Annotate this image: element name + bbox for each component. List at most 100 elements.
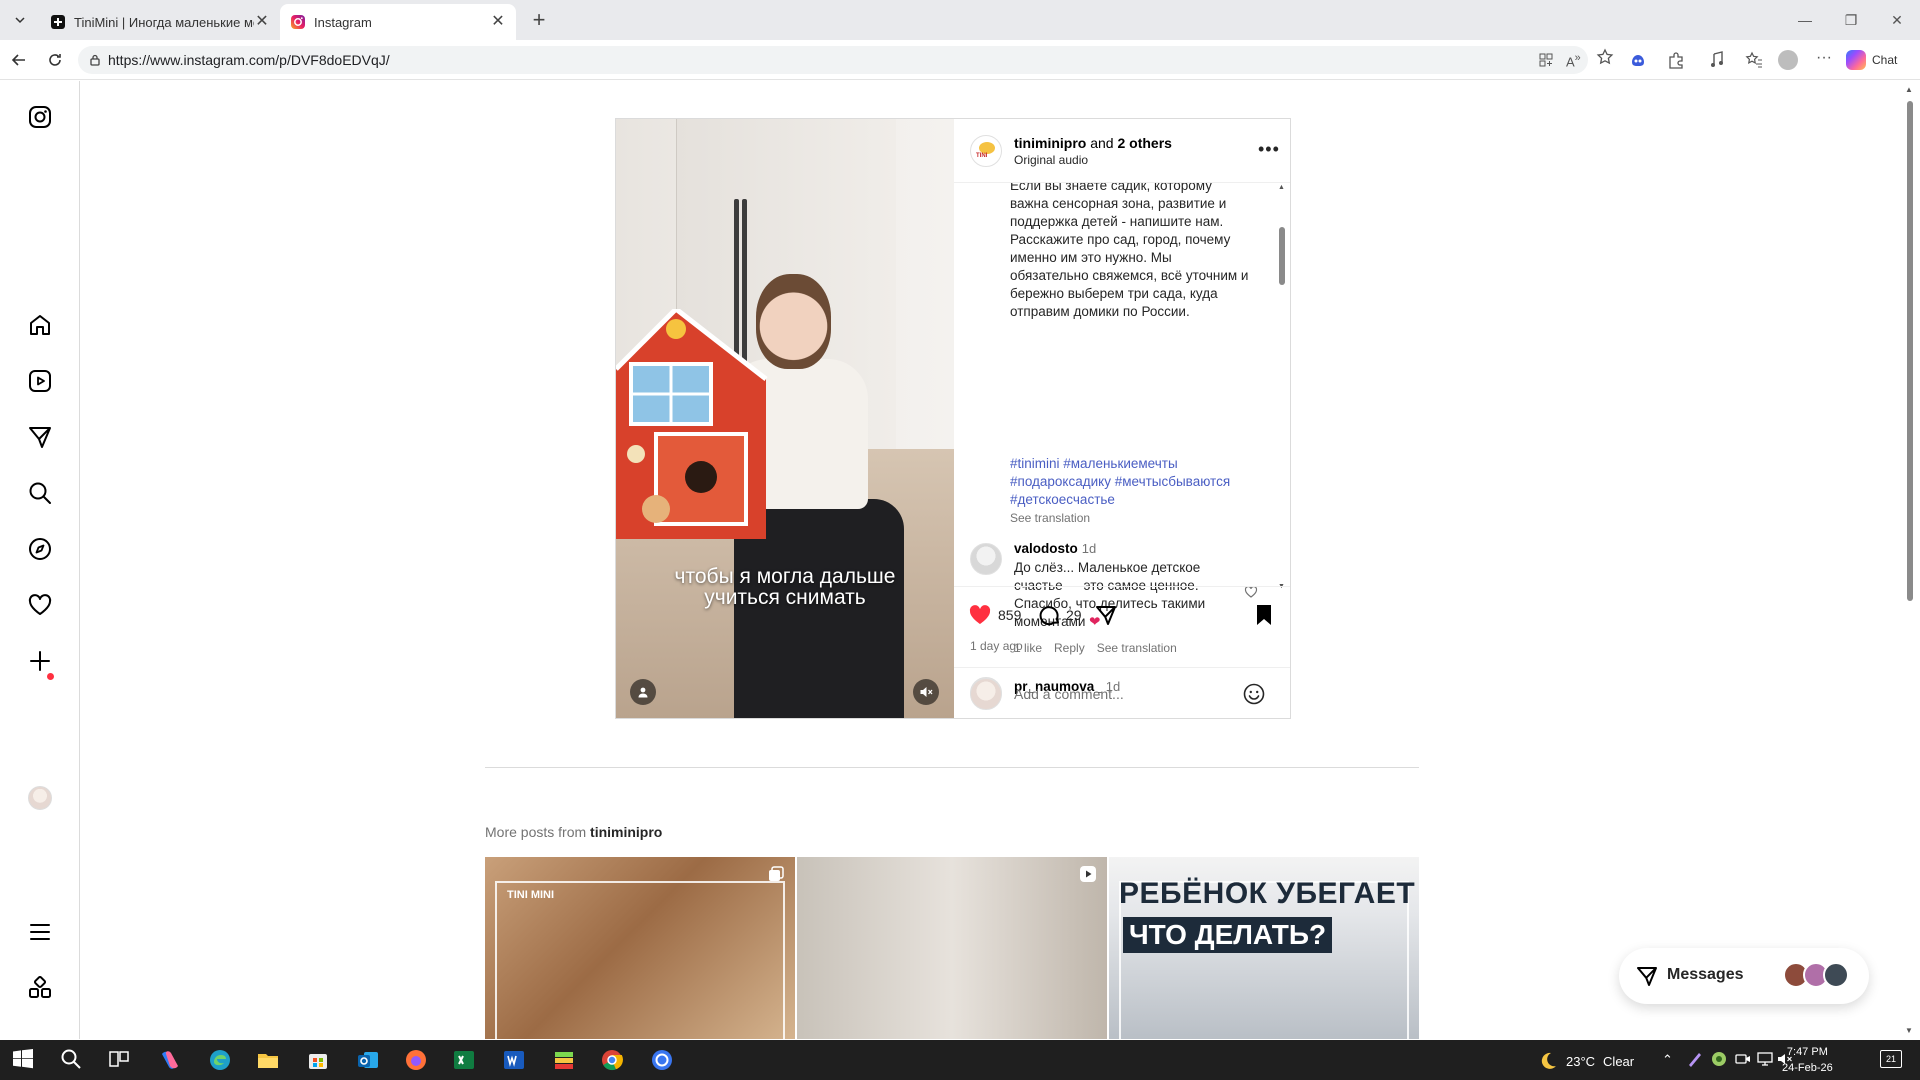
copilot-chat-button[interactable]: Chat xyxy=(1846,48,1897,72)
commenter-avatar[interactable] xyxy=(970,543,1002,575)
show-hidden-icons-chevron-icon[interactable]: ⌃ xyxy=(1662,1052,1673,1068)
notifications-heart-icon[interactable] xyxy=(27,592,53,618)
hashtag-line[interactable]: #подароксадику #мечтысбываются xyxy=(1010,473,1266,491)
scroll-down-arrow-icon[interactable]: ▼ xyxy=(1905,1026,1913,1035)
tab-actions-menu-icon[interactable] xyxy=(8,8,32,32)
scroll-up-arrow-icon[interactable]: ▲ xyxy=(1278,184,1285,191)
outlook-icon[interactable] xyxy=(356,1048,380,1072)
network-icon[interactable] xyxy=(1756,1050,1774,1068)
excel-icon[interactable] xyxy=(452,1048,476,1072)
microsoft-store-icon[interactable] xyxy=(306,1048,330,1072)
also-from-meta-icon[interactable] xyxy=(27,975,53,1001)
new-tab-button[interactable]: + xyxy=(526,8,552,34)
more-posts-username-link[interactable]: tiniminipro xyxy=(590,824,662,840)
caption-line: бережно выберем три сада, куда xyxy=(1010,286,1218,301)
browser-tab-bar: TiniMini | Иногда маленькие мечты ✕ Inst… xyxy=(0,0,1920,40)
close-window-icon[interactable]: ✕ xyxy=(1884,8,1910,32)
like-heart-filled-icon[interactable] xyxy=(968,603,992,627)
chrome-icon[interactable] xyxy=(600,1048,624,1072)
post-thumbnail[interactable]: TINI MINI xyxy=(485,857,795,1039)
scrollbar-thumb[interactable] xyxy=(1907,101,1913,601)
file-explorer-icon[interactable] xyxy=(256,1048,280,1072)
explore-compass-icon[interactable] xyxy=(27,536,53,562)
page-scrollbar[interactable]: ▲ ▼ xyxy=(1900,81,1920,1039)
meet-now-icon[interactable] xyxy=(1734,1050,1752,1068)
media-control-icon[interactable] xyxy=(1708,50,1728,70)
word-icon[interactable] xyxy=(502,1048,526,1072)
extensions-puzzle-icon[interactable] xyxy=(1666,50,1686,70)
pen-tray-icon[interactable] xyxy=(1686,1050,1704,1068)
app-tray-icon[interactable] xyxy=(1710,1050,1728,1068)
read-aloud-icon[interactable]: A» xyxy=(1566,52,1584,70)
scroll-up-arrow-icon[interactable]: ▲ xyxy=(1905,85,1913,94)
caption-see-translation-link[interactable]: See translation xyxy=(1010,511,1090,525)
hashtag-line[interactable]: #детскоесчастье xyxy=(1010,491,1266,509)
search-icon[interactable] xyxy=(60,1048,84,1072)
comment-bubble-icon[interactable] xyxy=(1038,603,1062,627)
share-send-icon[interactable] xyxy=(1094,603,1118,627)
copilot-app-icon[interactable] xyxy=(158,1048,182,1072)
emoji-picker-icon[interactable] xyxy=(1242,682,1266,706)
carousel-badge-icon xyxy=(767,865,785,883)
create-plus-icon[interactable] xyxy=(27,648,53,674)
restore-window-icon[interactable]: ❐ xyxy=(1838,8,1864,32)
tagged-users-icon[interactable] xyxy=(630,679,656,705)
post-thumbnail[interactable]: РЕБЁНОК УБЕГАЕТ ЧТО ДЕЛАТЬ? xyxy=(1109,857,1419,1039)
app-available-icon[interactable] xyxy=(1538,52,1556,70)
windows-start-icon[interactable] xyxy=(12,1048,36,1072)
comment-username[interactable]: valodosto 1d xyxy=(1014,541,1096,556)
caption-line: именно им это нужно. Мы xyxy=(1010,250,1172,265)
co-authors-link[interactable]: 2 others xyxy=(1117,135,1171,151)
copilot-extension-icon[interactable] xyxy=(1628,50,1648,70)
search-icon[interactable] xyxy=(27,480,53,506)
scrollbar-thumb[interactable] xyxy=(1279,227,1285,285)
url-field[interactable]: https://www.instagram.com/p/DVF8doEDVqJ/… xyxy=(78,46,1588,74)
thumbnail-frame xyxy=(495,881,785,1039)
post-timestamp[interactable]: 1 day ago xyxy=(970,639,1023,653)
reels-icon[interactable] xyxy=(27,368,53,394)
profile-avatar[interactable] xyxy=(28,786,52,810)
url-text: https://www.instagram.com/p/DVF8doEDVqJ/ xyxy=(108,52,390,68)
hashtag-line[interactable]: #tinimini #маленькиемечты xyxy=(1010,455,1266,473)
direct-messages-icon[interactable] xyxy=(27,424,53,450)
edge-browser-icon[interactable] xyxy=(208,1048,232,1072)
browser-tab-tinimini[interactable]: TiniMini | Иногда маленькие мечты ✕ xyxy=(40,4,280,40)
more-menu-icon[interactable] xyxy=(27,919,53,945)
author-username[interactable]: tiniminipro xyxy=(1014,135,1086,151)
comments-scrollbar[interactable]: ▲ ▼ xyxy=(1278,184,1286,590)
firefox-icon[interactable] xyxy=(404,1048,428,1072)
task-view-icon[interactable] xyxy=(108,1048,132,1072)
bluestacks-icon[interactable] xyxy=(552,1048,576,1072)
copilot-logo-icon xyxy=(1846,50,1866,70)
post-thumbnail[interactable] xyxy=(797,857,1107,1039)
author-avatar[interactable]: TINI xyxy=(970,135,1002,167)
audio-muted-icon[interactable] xyxy=(913,679,939,705)
signal-app-icon[interactable] xyxy=(650,1048,674,1072)
refresh-icon[interactable] xyxy=(44,49,66,71)
save-bookmark-filled-icon[interactable] xyxy=(1252,603,1276,627)
close-tab-icon[interactable]: ✕ xyxy=(490,14,506,30)
minimize-window-icon[interactable]: — xyxy=(1792,8,1818,32)
weather-widget[interactable]: 23°C Clear xyxy=(1538,1051,1634,1071)
comment-count[interactable]: 29 xyxy=(1066,607,1082,623)
favorites-list-icon[interactable] xyxy=(1744,50,1764,70)
notification-center-badge[interactable]: 21 xyxy=(1880,1050,1902,1068)
like-count[interactable]: 859 xyxy=(998,607,1021,623)
site-info-icon[interactable] xyxy=(88,53,102,67)
windows-taskbar: 23°C Clear ⌃ 7:47 PM 24-Feb-26 21 xyxy=(0,1040,1920,1080)
home-icon[interactable] xyxy=(27,312,53,338)
favorite-star-icon[interactable] xyxy=(1596,48,1614,66)
messages-floating-button[interactable]: Messages xyxy=(1619,948,1869,1004)
profile-avatar-icon[interactable] xyxy=(1778,50,1798,70)
chat-label: Chat xyxy=(1872,53,1898,67)
close-tab-icon[interactable]: ✕ xyxy=(254,14,270,30)
browser-tab-instagram[interactable]: Instagram ✕ xyxy=(280,4,516,40)
reel-video[interactable]: чтобы я могла дальше учиться снимать xyxy=(616,119,954,718)
post-options-icon[interactable]: ••• xyxy=(1258,139,1280,160)
original-audio-link[interactable]: Original audio xyxy=(1014,153,1088,167)
back-arrow-icon[interactable] xyxy=(8,49,30,71)
taskbar-clock[interactable]: 7:47 PM 24-Feb-26 xyxy=(1782,1044,1833,1076)
add-comment-input[interactable] xyxy=(1014,684,1234,704)
instagram-logo-icon[interactable] xyxy=(27,104,53,130)
settings-more-icon[interactable]: ··· xyxy=(1816,50,1836,70)
